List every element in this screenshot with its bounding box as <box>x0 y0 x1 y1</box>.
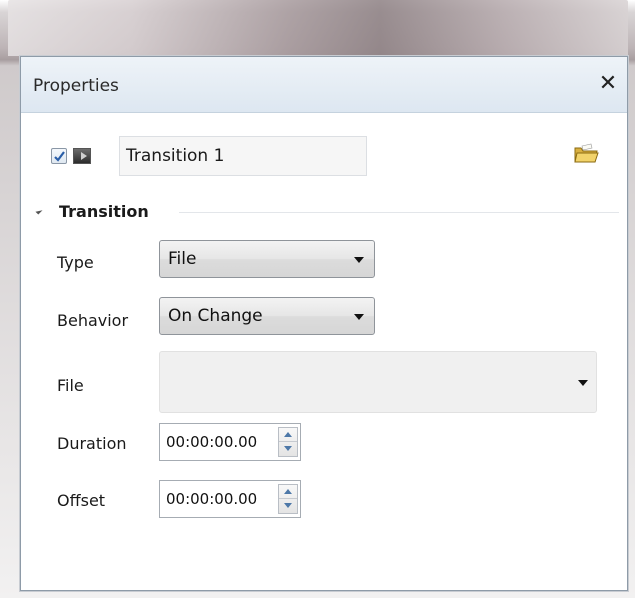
section-label: Transition <box>59 202 149 221</box>
window-chrome-top <box>8 0 628 56</box>
close-icon[interactable]: ✕ <box>597 73 619 95</box>
spin-down-icon[interactable] <box>279 499 297 513</box>
offset-input[interactable] <box>160 481 276 517</box>
behavior-label: Behavior <box>57 311 129 330</box>
chevron-down-icon <box>578 380 588 386</box>
duration-label: Duration <box>57 434 127 453</box>
type-label: Type <box>57 253 94 272</box>
offset-spin-buttons <box>278 484 298 514</box>
media-clip-icon <box>73 148 91 164</box>
properties-window: Properties ✕ Transition 1 Transition Typ… <box>20 56 628 591</box>
behavior-dropdown-value: On Change <box>168 306 263 326</box>
item-name-field[interactable]: Transition 1 <box>119 136 367 176</box>
checkmark-icon <box>54 151 65 162</box>
file-label: File <box>57 376 84 395</box>
title-bar[interactable]: Properties ✕ <box>21 57 627 113</box>
file-dropdown[interactable] <box>159 351 597 413</box>
behavior-dropdown[interactable]: On Change <box>159 297 375 335</box>
chevron-down-icon <box>354 257 364 263</box>
spin-down-icon[interactable] <box>279 442 297 456</box>
window-title: Properties <box>33 76 119 96</box>
duration-spin-buttons <box>278 427 298 457</box>
duration-input[interactable] <box>160 424 276 460</box>
chevron-down-icon <box>354 314 364 320</box>
duration-spinner[interactable] <box>159 423 301 461</box>
offset-spinner[interactable] <box>159 480 301 518</box>
offset-label: Offset <box>57 491 106 510</box>
spin-up-icon[interactable] <box>279 485 297 499</box>
folder-icon[interactable] <box>573 142 599 166</box>
section-divider <box>179 212 619 213</box>
collapse-triangle-icon[interactable] <box>35 207 43 215</box>
transition-section-header[interactable]: Transition <box>31 200 619 224</box>
spin-up-icon[interactable] <box>279 428 297 442</box>
type-dropdown[interactable]: File <box>159 240 375 278</box>
properties-content: Transition 1 Transition Type File Behavi… <box>21 114 627 590</box>
enabled-checkbox[interactable] <box>51 148 67 164</box>
type-dropdown-value: File <box>168 249 197 269</box>
